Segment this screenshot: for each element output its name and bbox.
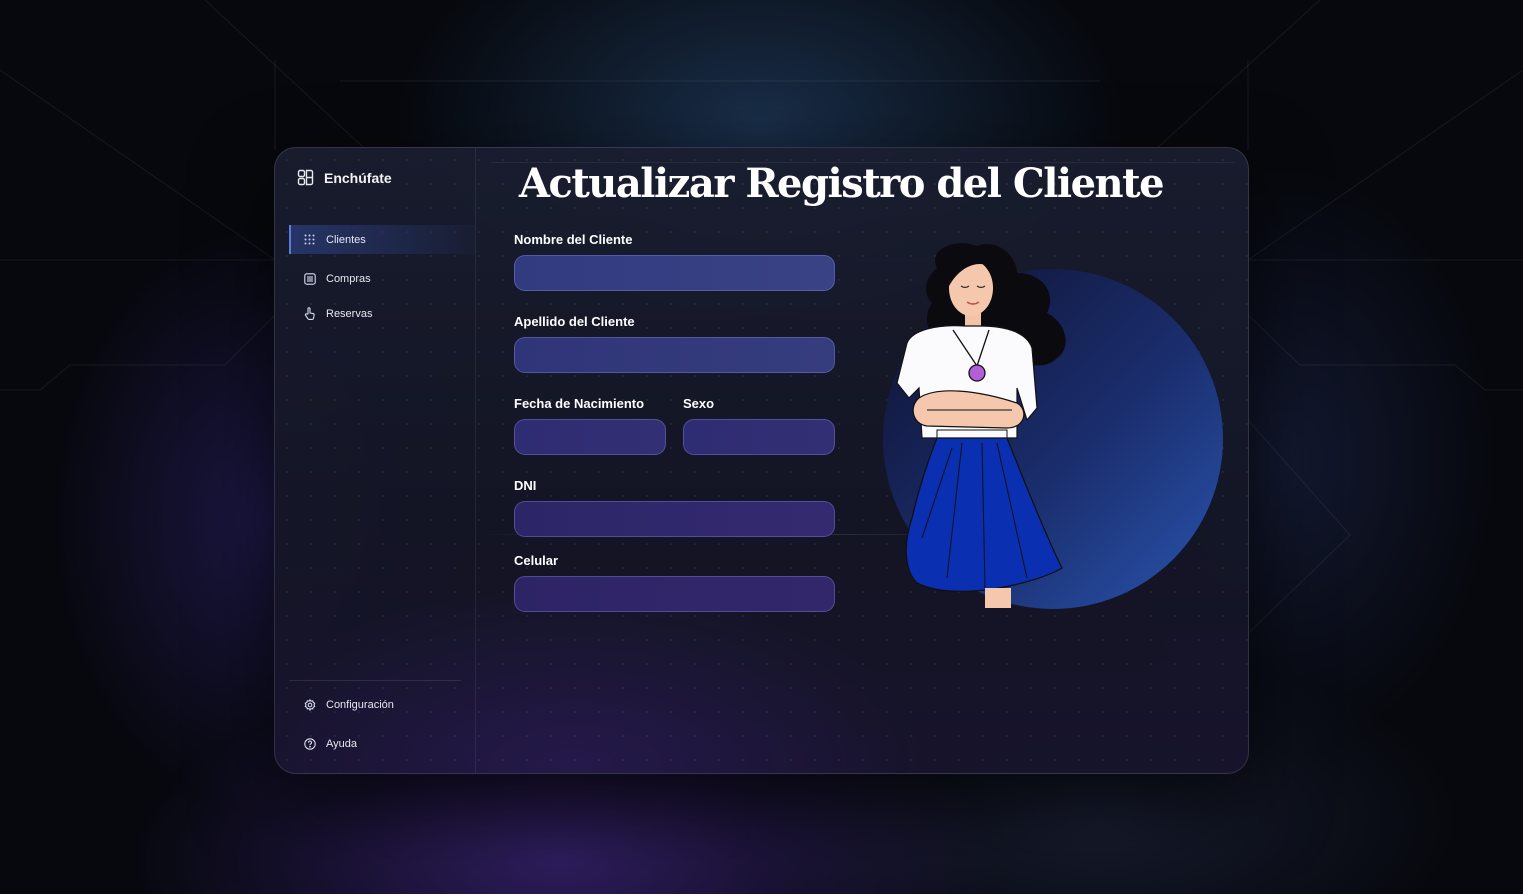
nombre-input[interactable] [514,255,835,291]
dni-input[interactable] [514,501,835,537]
fecha-nacimiento-input[interactable] [514,419,666,455]
sidebar-item-ayuda[interactable]: Ayuda [289,729,475,758]
apellido-label: Apellido del Cliente [514,314,635,329]
sidebar-item-reservas[interactable]: Reservas [289,299,475,328]
sidebar-item-label: Reservas [326,307,373,320]
dni-label: DNI [514,478,537,493]
sidebar-item-label: Configuración [326,698,394,711]
sidebar-item-configuracion[interactable]: Configuración [289,690,475,719]
celular-input[interactable] [514,576,835,612]
grid-dots-icon [303,233,316,246]
nombre-label: Nombre del Cliente [514,232,633,247]
gear-icon [303,698,316,711]
sidebar-item-clientes[interactable]: Clientes [289,225,475,254]
celular-label: Celular [514,553,559,568]
sexo-label: Sexo [683,396,715,411]
pointer-hand-icon [303,307,316,320]
apellido-input[interactable] [514,337,835,373]
woman-illustration [883,243,1223,609]
sidebar-item-label: Compras [326,272,371,285]
sidebar-item-label: Clientes [326,233,366,246]
fecha-nacimiento-label: Fecha de Nacimiento [514,396,645,411]
sidebar-item-label: Ayuda [326,737,357,750]
sidebar: Enchúfate Clientes Compras Reservas Conf… [275,148,476,773]
sexo-input[interactable] [683,419,835,455]
app-window: Enchúfate Clientes Compras Reservas Conf… [274,147,1249,774]
sidebar-item-compras[interactable]: Compras [289,264,475,293]
sidebar-divider [289,680,461,681]
list-icon [303,272,316,285]
app-logo-icon [297,169,314,186]
brand[interactable]: Enchúfate [297,169,392,186]
help-circle-icon [303,737,316,750]
page-title: Actualizar Registro del Cliente [518,160,1165,207]
brand-name: Enchúfate [324,169,392,186]
